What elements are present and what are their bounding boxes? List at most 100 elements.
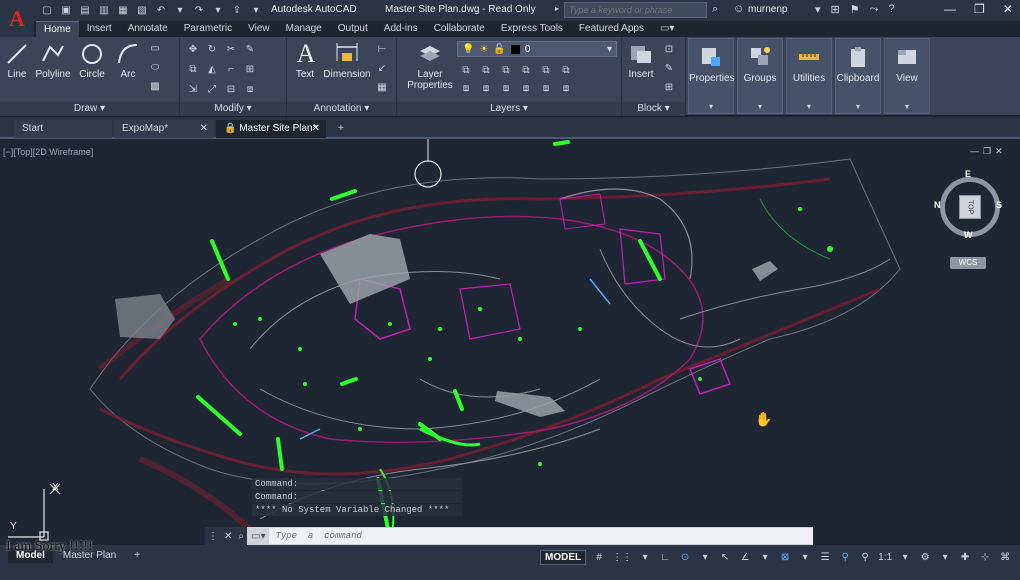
osnap-dropdown-icon[interactable]: ▾ (758, 549, 772, 565)
signin-dropdown-icon[interactable]: ▾ (815, 3, 821, 16)
viewport-label[interactable]: [−][Top][2D Wireframe] (3, 147, 93, 157)
array-icon[interactable]: ⊟ (224, 82, 238, 96)
save-icon[interactable]: ▤ (78, 3, 92, 17)
polyline-button[interactable]: Polyline (34, 41, 72, 80)
trim-icon[interactable]: ✂ (224, 42, 238, 56)
undo-dropdown-icon[interactable]: ▾ (173, 3, 187, 17)
arc-button[interactable]: Arc (114, 41, 142, 80)
properties-panel[interactable]: Properties ▾ (688, 38, 735, 114)
ribbon-tab-parametric[interactable]: Parametric (176, 21, 240, 37)
text-button[interactable]: A Text (293, 41, 317, 81)
user-name[interactable]: murnenp (748, 4, 787, 15)
doc-tab-expomap[interactable]: ExpoMap* ✕ (114, 120, 214, 138)
mirror-icon[interactable]: ◭ (205, 62, 219, 76)
autoscale-icon[interactable]: ⚲ (858, 549, 872, 565)
new-tab-button[interactable]: + (330, 120, 352, 138)
command-close-icon[interactable]: ✕ (224, 531, 232, 542)
web-icon[interactable]: ▦ (116, 3, 130, 17)
command-input[interactable] (269, 528, 813, 544)
table-icon[interactable]: ▦ (375, 80, 389, 94)
ribbon-tab-home[interactable]: Home (36, 21, 79, 37)
grid-icon[interactable]: # (592, 549, 606, 565)
layer-dropdown[interactable]: 💡 ☀ 🔓 0 ▾ (457, 41, 617, 57)
command-customize-icon[interactable]: ⌕ (238, 531, 244, 542)
plot-icon[interactable]: ▧ (135, 3, 149, 17)
undo-icon[interactable]: ↶ (154, 3, 168, 17)
ortho-icon[interactable]: ∟ (658, 549, 672, 565)
layer-tool-9-icon[interactable]: ⧈ (499, 81, 513, 95)
ribbon-tab-manage[interactable]: Manage (278, 21, 330, 37)
workspace-dropdown-icon[interactable]: ▾ (938, 549, 952, 565)
ribbon-tab-annotate[interactable]: Annotate (120, 21, 176, 37)
layer-tool-8-icon[interactable]: ⧈ (479, 81, 493, 95)
layer-tool-1-icon[interactable]: ⧉ (459, 63, 473, 77)
model-space-button[interactable]: MODEL (540, 549, 587, 565)
isodraft-icon[interactable]: ↖ (718, 549, 732, 565)
command-grip-icon[interactable]: ⋮ (208, 531, 218, 542)
autocad-logo[interactable]: A (0, 0, 34, 37)
layer-tool-12-icon[interactable]: ⧈ (559, 81, 573, 95)
circle-button[interactable]: Circle (78, 41, 106, 80)
snap-dropdown-icon[interactable]: ▾ (638, 549, 652, 565)
ribbon-tab-featured-apps[interactable]: Featured Apps (571, 21, 652, 37)
add-layout-button[interactable]: + (126, 548, 148, 563)
close-icon[interactable]: ✕ (1003, 2, 1013, 16)
move-icon[interactable]: ✥ (186, 42, 200, 56)
rotate-icon[interactable]: ↻ (205, 42, 219, 56)
search-icon[interactable]: ⌕ (712, 3, 718, 16)
layer-tool-5-icon[interactable]: ⧉ (539, 63, 553, 77)
autodesk-app-icon[interactable]: ⚑ (850, 3, 860, 16)
ribbon-tab-view[interactable]: View (240, 21, 278, 37)
help-icon[interactable]: ? (888, 3, 894, 16)
rectangle-icon[interactable]: ▭ (148, 41, 162, 55)
drawing-viewport[interactable]: Y [−][Top][2D Wireframe] — ❐ ✕ TOP E N S… (0, 139, 1020, 545)
layer-tool-10-icon[interactable]: ⧈ (519, 81, 533, 95)
lineweight-icon[interactable]: ☰ (818, 549, 832, 565)
layer-tool-4-icon[interactable]: ⧉ (519, 63, 533, 77)
customize-qat-icon[interactable]: ▾ (249, 3, 263, 17)
viewcube[interactable]: TOP E N S W (934, 169, 1004, 241)
redo-icon[interactable]: ↷ (192, 3, 206, 17)
scale-dropdown-icon[interactable]: ▾ (898, 549, 912, 565)
hatch-icon[interactable]: ▩ (148, 79, 162, 93)
layer-properties-button[interactable]: Layer Properties (405, 41, 455, 91)
annotation-monitor-icon[interactable]: ✚ (958, 549, 972, 565)
ribbon-tab-output[interactable]: Output (330, 21, 376, 37)
modify-panel-title[interactable]: Modify ▾ (180, 102, 286, 116)
layer-tool-2-icon[interactable]: ⧉ (479, 63, 493, 77)
object-snap-icon[interactable]: ⊠ (778, 549, 792, 565)
erase-icon[interactable]: ✎ (243, 42, 257, 56)
restore-icon[interactable]: ❐ (974, 2, 985, 16)
object-snap-dropdown-icon[interactable]: ▾ (798, 549, 812, 565)
fillet-icon[interactable]: ⌐ (224, 62, 238, 76)
share-icon[interactable]: ⇪ (230, 3, 244, 17)
draw-panel-title[interactable]: Draw ▾ (0, 102, 179, 116)
block-attribute-icon[interactable]: ⊞ (662, 80, 676, 94)
close-tab-icon[interactable]: ✕ (200, 123, 208, 134)
minimize-icon[interactable]: — (944, 2, 956, 16)
utilities-panel[interactable]: Utilities ▾ (786, 38, 832, 114)
create-block-icon[interactable]: ⊡ (662, 42, 676, 56)
groups-panel[interactable]: Groups ▾ (737, 38, 783, 114)
doc-tab-start[interactable]: Start (14, 120, 112, 138)
view-panel[interactable]: View ▾ (884, 38, 930, 114)
viewport-restore-icon[interactable]: ❐ (983, 146, 991, 157)
ribbon-tab-insert[interactable]: Insert (79, 21, 120, 37)
command-prompt-icon[interactable]: ▭▾ (247, 531, 269, 542)
wcs-menu[interactable]: WCS (950, 257, 986, 269)
viewport-minimize-icon[interactable]: — (970, 146, 979, 157)
ribbon-tab-add-ins[interactable]: Add-ins (376, 21, 426, 37)
layer-tool-6-icon[interactable]: ⧉ (559, 63, 573, 77)
layers-panel-title[interactable]: Layers ▾ (397, 102, 621, 116)
osnap-tracking-icon[interactable]: ∠ (738, 549, 752, 565)
ribbon-minimize-icon[interactable]: ▭▾ (652, 21, 682, 37)
annotation-panel-title[interactable]: Annotation ▾ (287, 102, 396, 116)
layer-tool-3-icon[interactable]: ⧉ (499, 63, 513, 77)
polar-dropdown-icon[interactable]: ▾ (698, 549, 712, 565)
dimension-button[interactable]: Dimension (323, 41, 371, 80)
block-panel-title[interactable]: Block ▾ (622, 102, 685, 116)
cart-icon[interactable]: ⊞ (831, 3, 840, 16)
stretch-icon[interactable]: ⇲ (186, 82, 200, 96)
search-expand-icon[interactable]: ▸ (555, 4, 559, 13)
user-icon[interactable]: ☺ (733, 3, 744, 15)
